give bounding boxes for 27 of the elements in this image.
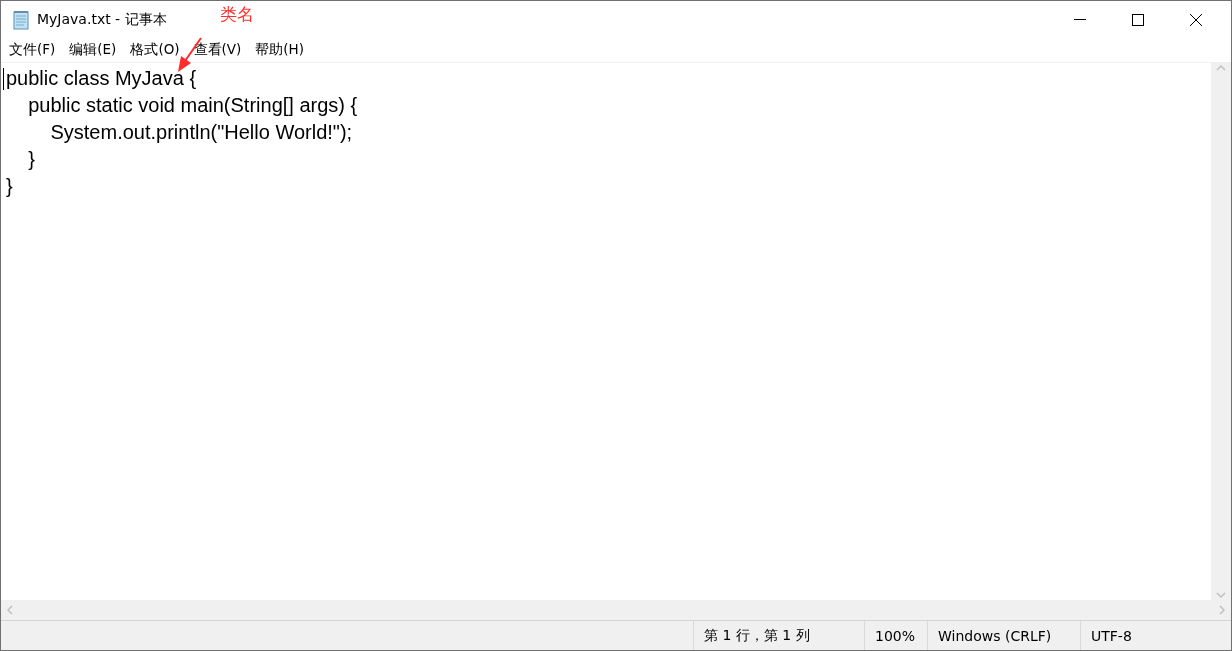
menu-item[interactable]: 格式(O) (123, 41, 187, 59)
menu-item[interactable]: 查看(V) (186, 41, 249, 59)
status-text: 第 1 行，第 1 列 (693, 621, 864, 650)
vertical-scrollbar[interactable] (1211, 63, 1231, 600)
maximize-icon (1131, 12, 1145, 27)
menu-item[interactable]: 帮助(H) (248, 41, 312, 59)
code-line: System.out.println("Hello World!"); (49, 120, 353, 145)
chevron-right-icon (1217, 605, 1227, 615)
status-text: Windows (CRLF) (927, 621, 1080, 650)
menu-item[interactable]: 编辑(E) (62, 41, 124, 59)
minimize-icon (1074, 19, 1086, 20)
status-text: 100% (864, 621, 927, 650)
menu-item[interactable]: 文件(F) (2, 41, 63, 59)
chevron-down-icon (1216, 590, 1226, 600)
code-line: public class MyJava { (6, 66, 197, 91)
notepad-icon (11, 9, 31, 30)
horizontal-scrollbar[interactable] (1, 600, 1231, 621)
window-title: MyJava.txt - 记事本 (37, 10, 167, 29)
close-icon (1189, 12, 1203, 27)
annotation-label: 类名 (220, 3, 254, 26)
code-line: } (6, 174, 13, 199)
status-text: UTF-8 (1080, 621, 1231, 650)
chevron-left-icon (5, 605, 15, 615)
code-line: } (27, 147, 35, 172)
code-line: public static void main(String[] args) { (27, 93, 358, 118)
text-cursor (3, 68, 4, 90)
chevron-up-icon (1216, 63, 1226, 73)
